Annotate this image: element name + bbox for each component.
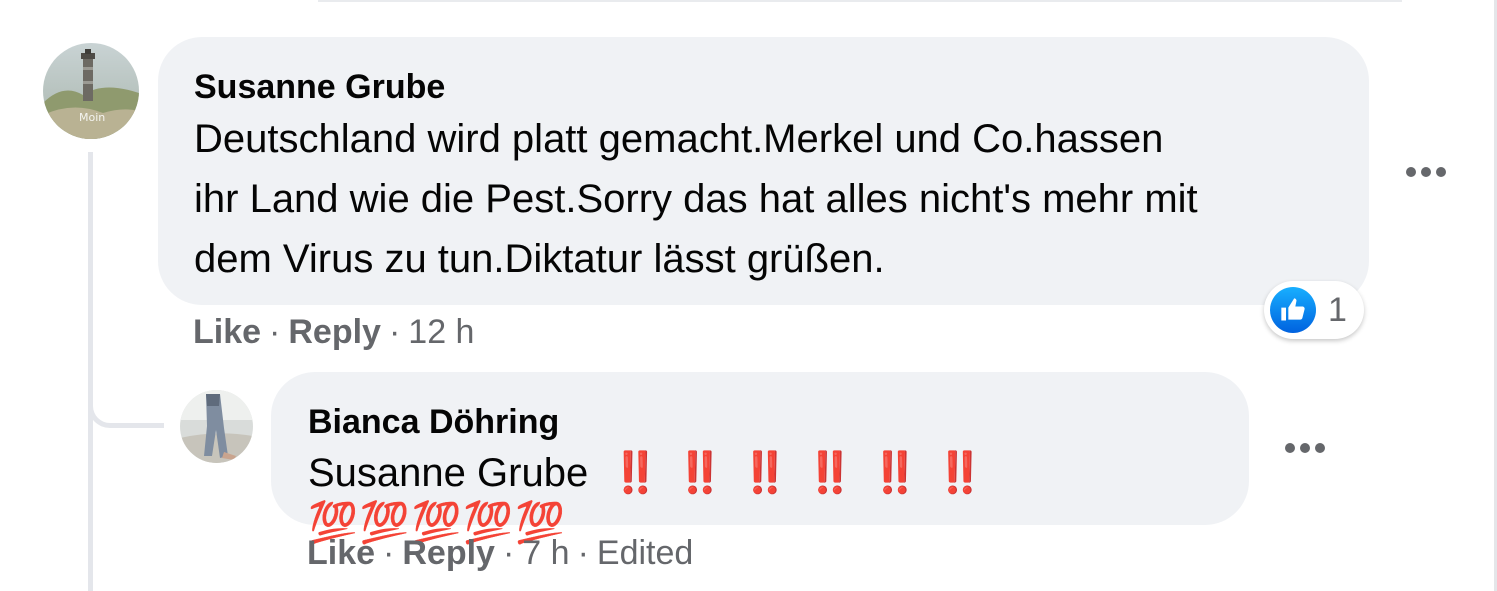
comment-actions: Like · Reply · 7 h · Edited bbox=[307, 534, 693, 573]
mention-link[interactable]: Susanne Grube bbox=[308, 451, 588, 495]
comment-text: Susanne Grube ‼️ ‼️ ‼️ ‼️ ‼️ ‼️ 💯💯💯💯💯 bbox=[308, 448, 1213, 548]
more-icon bbox=[1406, 167, 1416, 177]
separator: · bbox=[577, 534, 589, 572]
more-icon-dot bbox=[1421, 167, 1431, 177]
comment-author[interactable]: Bianca Döhring bbox=[308, 402, 1213, 442]
comment-thread: Moin Susanne Grube Deutschland wird plat… bbox=[0, 0, 1497, 591]
reply-button[interactable]: Reply bbox=[288, 313, 381, 352]
separator: · bbox=[383, 534, 395, 572]
comment-author[interactable]: Susanne Grube bbox=[194, 67, 1333, 107]
divider bbox=[318, 0, 1402, 2]
edited-label[interactable]: Edited bbox=[597, 534, 693, 573]
more-icon-dot bbox=[1315, 443, 1325, 453]
timestamp[interactable]: 7 h bbox=[522, 534, 569, 573]
timestamp[interactable]: 12 h bbox=[408, 313, 474, 352]
reply-bubble: Bianca Döhring Susanne Grube ‼️ ‼️ ‼️ ‼️… bbox=[271, 372, 1249, 545]
separator: · bbox=[502, 534, 515, 572]
reaction-summary[interactable]: 1 bbox=[1264, 281, 1364, 339]
more-icon bbox=[1285, 443, 1295, 453]
reply-connector bbox=[88, 374, 164, 428]
comment-text: Deutschland wird platt gemacht.Merkel un… bbox=[194, 117, 1198, 281]
more-icon-dot bbox=[1436, 167, 1446, 177]
lighthouse-photo: Moin bbox=[43, 43, 139, 139]
avatar-label: Moin bbox=[79, 111, 105, 124]
comment-actions: Like · Reply · 12 h bbox=[193, 313, 474, 352]
more-options-button[interactable] bbox=[1406, 167, 1446, 177]
thumbs-up-icon bbox=[1281, 298, 1305, 321]
person-photo bbox=[180, 390, 253, 463]
like-button[interactable]: Like bbox=[307, 534, 375, 573]
reply-button[interactable]: Reply bbox=[402, 534, 495, 573]
separator: · bbox=[269, 313, 281, 351]
like-icon bbox=[1270, 287, 1316, 333]
comment-bubble: Susanne Grube Deutschland wird platt gem… bbox=[158, 37, 1369, 305]
avatar[interactable]: Moin bbox=[43, 43, 139, 139]
more-icon-dot bbox=[1300, 443, 1310, 453]
reaction-count: 1 bbox=[1328, 290, 1347, 329]
separator: · bbox=[388, 313, 401, 351]
more-options-button[interactable] bbox=[1285, 443, 1325, 453]
like-button[interactable]: Like bbox=[193, 313, 261, 352]
thread-line bbox=[88, 152, 93, 591]
avatar[interactable] bbox=[180, 390, 253, 463]
